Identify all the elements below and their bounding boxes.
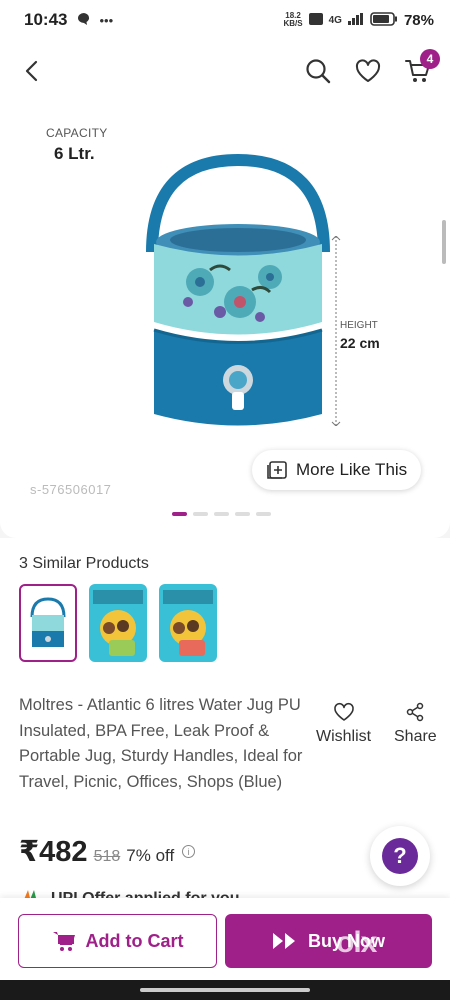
height-value: 22 cm: [340, 335, 380, 351]
volte-icon: [308, 12, 323, 28]
carousel-dot[interactable]: [235, 512, 250, 516]
more-like-this-label: More Like This: [296, 460, 408, 479]
buy-now-button[interactable]: Buy Now: [225, 914, 432, 968]
status-bar: 10:43 ••• 18.2 KB/S 4G 78%: [0, 0, 450, 40]
water-jug-image: [146, 153, 330, 426]
price: ₹482: [19, 836, 88, 868]
share-label: Share: [394, 728, 437, 745]
carousel-dots: [172, 512, 271, 516]
similar-products-list: [19, 584, 217, 662]
more-dots-icon: •••: [99, 12, 114, 28]
product-image-area: CAPACITY 6 Ltr. HEIGHT 22 cm s-576506017…: [0, 104, 450, 538]
share-icon: [407, 702, 424, 722]
wishlist-header-button[interactable]: [354, 57, 382, 85]
more-like-this-button[interactable]: More Like This: [252, 450, 422, 490]
battery-icon: [370, 11, 398, 29]
cart-button[interactable]: 4: [404, 49, 440, 85]
image-scrollbar[interactable]: [442, 220, 446, 264]
product-image-carousel[interactable]: CAPACITY 6 Ltr. HEIGHT 22 cm s-576506017…: [0, 104, 450, 538]
height-dimension-line: [331, 236, 341, 426]
help-button[interactable]: ?: [370, 826, 430, 886]
similar-product-thumb[interactable]: [89, 584, 147, 662]
network-type: 4G: [328, 14, 342, 26]
share-button[interactable]: Share: [394, 702, 437, 746]
add-to-cart-button[interactable]: Add to Cart: [18, 914, 217, 968]
product-title: Moltres - Atlantic 6 litres Water Jug PU…: [19, 696, 303, 791]
carousel-dot[interactable]: [193, 512, 208, 516]
info-icon[interactable]: i: [182, 845, 196, 858]
thumb-image-jug: [24, 589, 72, 657]
olx-watermark: olx: [336, 926, 377, 959]
similar-plus-icon: [267, 461, 287, 479]
back-arrow-icon: [25, 60, 38, 82]
chat-bubble-icon: [77, 12, 91, 29]
home-gesture-handle[interactable]: [140, 988, 310, 992]
status-left-icons: •••: [77, 12, 113, 29]
app-header: 4: [0, 40, 450, 102]
bottom-action-bar: Add to Cart Buy Now: [0, 898, 450, 980]
back-button[interactable]: [18, 57, 46, 85]
price-row: ₹482 518 7% off i: [19, 834, 196, 869]
battery-percent: 78%: [403, 11, 434, 29]
capacity-value: 6 Ltr.: [54, 144, 95, 163]
wishlist-label: Wishlist: [316, 728, 372, 745]
heart-icon: [355, 59, 381, 82]
heart-icon: [333, 702, 354, 721]
net-speed-unit: KB/S: [283, 19, 303, 28]
carousel-dot[interactable]: [214, 512, 229, 516]
mrp-price: 518: [93, 848, 121, 865]
status-time: 10:43: [24, 10, 68, 29]
search-button[interactable]: [304, 57, 332, 85]
similar-product-thumb[interactable]: [159, 584, 217, 662]
double-chevron-icon: [272, 933, 295, 949]
net-speed: 18.2 KB/S: [284, 12, 303, 28]
similar-products-title: 3 Similar Products: [19, 555, 149, 572]
discount: 7% off: [126, 846, 175, 865]
carousel-dot[interactable]: [256, 512, 271, 516]
system-nav-bar: [0, 980, 450, 1000]
thumb-image-family-red: [159, 584, 217, 662]
question-icon: ?: [382, 838, 418, 874]
capacity-label: CAPACITY: [46, 126, 108, 140]
cart-count-badge: 4: [420, 49, 440, 69]
similar-product-thumb[interactable]: [19, 584, 77, 662]
cart-icon: [52, 932, 75, 951]
carousel-dot[interactable]: [172, 512, 187, 516]
add-to-cart-label: Add to Cart: [85, 930, 184, 951]
wishlist-button[interactable]: Wishlist: [316, 702, 371, 746]
signal-icon: [347, 12, 364, 28]
product-sku: s-576506017: [30, 482, 112, 497]
search-icon: [306, 59, 331, 84]
height-label: HEIGHT: [340, 320, 378, 331]
thumb-image-family-green: [89, 584, 147, 662]
